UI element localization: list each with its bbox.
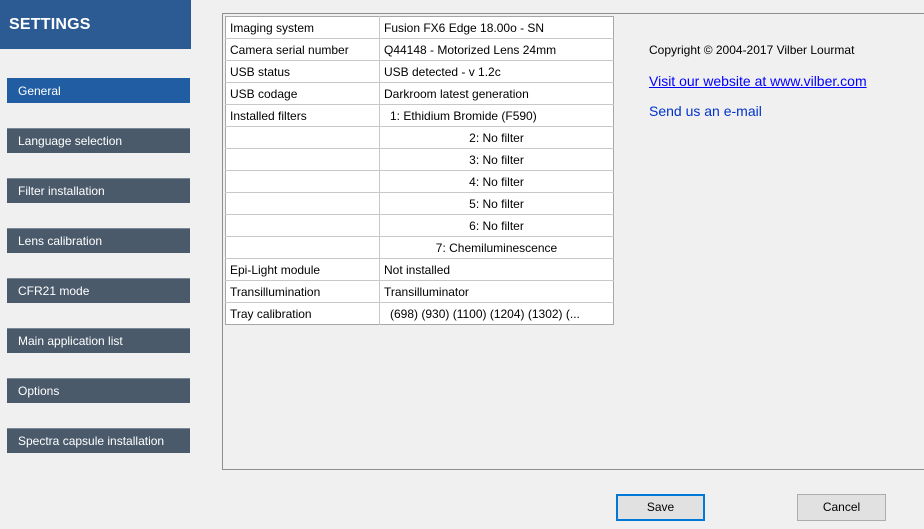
row-value: Not installed bbox=[379, 258, 614, 281]
table-row: Epi-Light module Not installed bbox=[225, 258, 614, 281]
sidebar-item-main-application-list[interactable]: Main application list bbox=[7, 328, 190, 353]
website-link[interactable]: Visit our website at www.vilber.com bbox=[649, 73, 867, 89]
table-row: 6: No filter bbox=[225, 214, 614, 237]
row-value: 3: No filter bbox=[379, 148, 614, 171]
table-row: USB codage Darkroom latest generation bbox=[225, 82, 614, 105]
table-row: USB status USB detected - v 1.2c bbox=[225, 60, 614, 83]
sidebar-item-spectra-capsule-installation[interactable]: Spectra capsule installation bbox=[7, 428, 190, 453]
copyright-text: Copyright © 2004-2017 Vilber Lourmat bbox=[649, 43, 855, 57]
row-label bbox=[225, 236, 380, 259]
table-row: Transillumination Transilluminator bbox=[225, 280, 614, 303]
table-row: 5: No filter bbox=[225, 192, 614, 215]
sidebar: SETTINGS General Language selection Filt… bbox=[0, 0, 206, 529]
table-row: 3: No filter bbox=[225, 148, 614, 171]
row-label bbox=[225, 148, 380, 171]
row-label: USB codage bbox=[225, 82, 380, 105]
sidebar-item-lens-calibration[interactable]: Lens calibration bbox=[7, 228, 190, 253]
row-label bbox=[225, 170, 380, 193]
table-row: 7: Chemiluminescence bbox=[225, 236, 614, 259]
settings-title: SETTINGS bbox=[0, 0, 191, 49]
table-row: Imaging system Fusion FX6 Edge 18.00o - … bbox=[225, 16, 614, 39]
sidebar-item-language-selection[interactable]: Language selection bbox=[7, 128, 190, 153]
sidebar-item-options[interactable]: Options bbox=[7, 378, 190, 403]
sidebar-item-general[interactable]: General bbox=[7, 78, 190, 103]
email-link[interactable]: Send us an e-mail bbox=[649, 103, 762, 119]
table-row: 4: No filter bbox=[225, 170, 614, 193]
cancel-button[interactable]: Cancel bbox=[797, 494, 886, 521]
row-value: 7: Chemiluminescence bbox=[379, 236, 614, 259]
row-label: Transillumination bbox=[225, 280, 380, 303]
row-value: (698) (930) (1100) (1204) (1302) (... bbox=[390, 306, 580, 321]
row-label: Camera serial number bbox=[225, 38, 380, 61]
row-value: Darkroom latest generation bbox=[379, 82, 614, 105]
row-value: Q44148 - Motorized Lens 24mm bbox=[379, 38, 614, 61]
row-value: 5: No filter bbox=[379, 192, 614, 215]
system-info-table: Imaging system Fusion FX6 Edge 18.00o - … bbox=[225, 16, 614, 325]
row-value: Transilluminator bbox=[379, 280, 614, 303]
table-row: Installed filters 1: Ethidium Bromide (F… bbox=[225, 104, 614, 127]
save-button[interactable]: Save bbox=[616, 494, 705, 521]
sidebar-item-filter-installation[interactable]: Filter installation bbox=[7, 178, 190, 203]
row-value: 4: No filter bbox=[379, 170, 614, 193]
sidebar-item-cfr21-mode[interactable]: CFR21 mode bbox=[7, 278, 190, 303]
row-value: 1: Ethidium Bromide (F590) bbox=[379, 104, 614, 127]
row-label: Epi-Light module bbox=[225, 258, 380, 281]
row-label bbox=[225, 214, 380, 237]
row-label bbox=[225, 192, 380, 215]
table-row: Tray calibration (698) (930) (1100) (120… bbox=[225, 302, 614, 325]
table-row: Camera serial number Q44148 - Motorized … bbox=[225, 38, 614, 61]
row-label: Installed filters bbox=[225, 104, 380, 127]
row-value: USB detected - v 1.2c bbox=[379, 60, 614, 83]
general-settings-panel: Imaging system Fusion FX6 Edge 18.00o - … bbox=[222, 13, 924, 470]
row-label: Imaging system bbox=[225, 16, 380, 39]
row-value: Fusion FX6 Edge 18.00o - SN bbox=[379, 16, 614, 39]
table-row: 2: No filter bbox=[225, 126, 614, 149]
row-label: USB status bbox=[225, 60, 380, 83]
row-label: Tray calibration bbox=[225, 302, 380, 325]
row-label bbox=[225, 126, 380, 149]
row-value: 6: No filter bbox=[379, 214, 614, 237]
row-value: 2: No filter bbox=[379, 126, 614, 149]
